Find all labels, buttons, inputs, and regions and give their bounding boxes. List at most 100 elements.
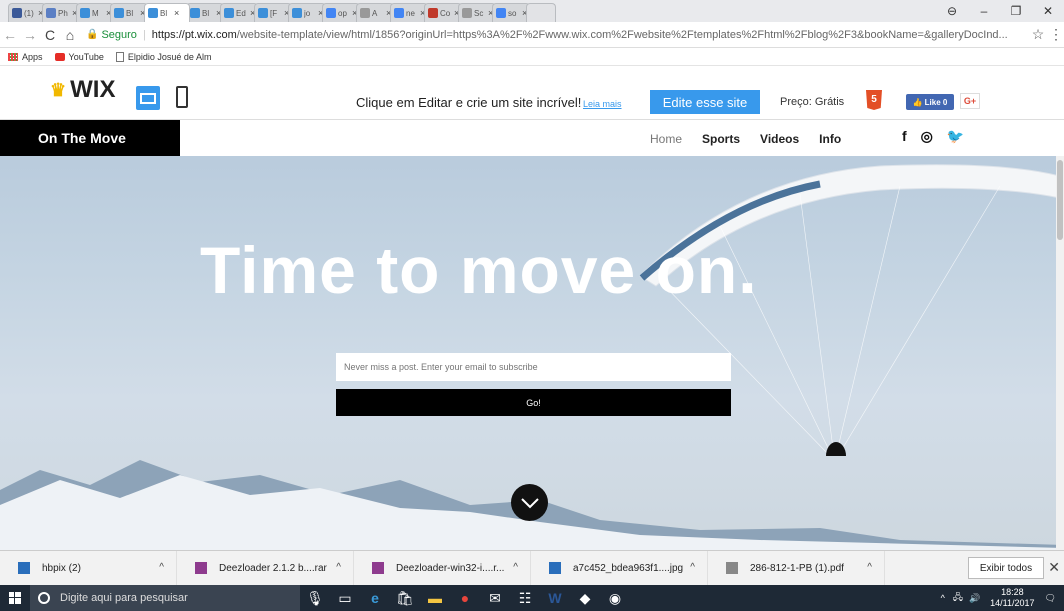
browser-tabstrip: (1) × Ph × M × Bl × Bl × Bl × Ed × [F × jo × op × A × ne × Co × Sc… [0,0,1064,22]
tab-label: A [372,8,378,18]
tab-favicon-icon [46,8,56,18]
nav-sports[interactable]: Sports [702,132,740,146]
page-scrollbar[interactable] [1056,156,1064,550]
tray-expand-icon[interactable]: ^ [941,593,945,603]
profile-icon[interactable]: ⊖ [936,4,968,18]
instagram-icon[interactable]: ◎ [921,128,933,145]
download-menu-icon[interactable]: ^ [867,562,872,573]
edge-icon[interactable]: e [360,585,390,611]
show-all-downloads-button[interactable]: Exibir todos [968,557,1044,579]
address-bar: ← → C ⌂ 🔒 Seguro | https://pt.wix.com /w… [0,22,1064,48]
download-item[interactable]: 286-812-1-PB (1).pdf ^ [708,550,885,586]
scroll-down-button[interactable] [511,484,548,521]
windows-start-button[interactable] [0,585,30,611]
wix-logo[interactable]: ♛ WIX [50,76,115,104]
downloads-bar: hbpix (2) ^ Deezloader 2.1.2 b....rar ^ Deez… [0,550,1064,586]
mobile-view-icon[interactable] [176,86,188,108]
notifications-icon[interactable]: 🗨 [1045,593,1056,604]
back-button[interactable]: ← [0,27,20,43]
clock[interactable]: 18:28 14/11/2017 [990,587,1034,609]
tab-favicon-icon [190,8,200,18]
network-icon[interactable]: 🖧 [953,590,963,606]
taskbar-search[interactable]: Digite aqui para pesquisar [30,585,300,611]
nav-home[interactable]: Home [650,132,682,146]
file-explorer-icon[interactable]: ▬ [420,585,450,611]
browser-tab[interactable]: so × [492,3,530,22]
browser-tab[interactable]: Ed × [220,3,258,22]
browser-tab[interactable]: ne × [390,3,428,22]
download-menu-icon[interactable]: ^ [513,562,518,573]
download-item[interactable]: hbpix (2) ^ [0,550,177,586]
download-menu-icon[interactable]: ^ [159,562,164,573]
bookmark-star-icon[interactable]: ☆ [1028,26,1048,43]
tab-label: (1) [24,8,34,18]
tab-favicon-icon [428,8,438,18]
tab-label: Sc [474,8,484,18]
browser-tab[interactable]: Bl × [110,3,148,22]
facebook-like-button[interactable]: 👍 Like 0 [906,94,954,110]
word-icon[interactable]: W [540,585,570,611]
volume-icon[interactable]: 🔊 [969,593,980,604]
subscribe-email-input[interactable] [336,353,731,381]
subscribe-go-button[interactable]: Go! [336,389,731,416]
bookmark-apps[interactable]: Apps [8,52,43,62]
media-icon[interactable]: ◉ [600,585,630,611]
edit-site-button[interactable]: Edite esse site [650,90,760,114]
browser-tab[interactable]: Co × [424,3,462,22]
desktop-view-icon[interactable] [136,86,160,110]
home-button[interactable]: ⌂ [60,27,80,43]
maximize-button[interactable]: ❐ [1000,4,1032,18]
nav-info[interactable]: Info [819,132,841,146]
tab-label: op [338,8,347,18]
tab-favicon-icon [496,8,506,18]
download-menu-icon[interactable]: ^ [690,562,695,573]
browser-tab[interactable]: M × [76,3,114,22]
browser-tab[interactable]: Sc × [458,3,496,22]
bookmark-page[interactable]: Elpidio Josué de Alm [115,51,211,62]
twitter-icon[interactable]: 🐦 [947,128,964,145]
tab-close-icon[interactable]: × [174,8,179,18]
microphone-icon[interactable]: 🎙 [300,585,330,611]
task-view-icon[interactable]: ▭ [330,585,360,611]
google-plus-button[interactable]: G+ [960,93,980,109]
browser-tab[interactable]: (1) × [8,3,46,22]
tab-favicon-icon [258,8,268,18]
mail-icon[interactable]: ✉ [480,585,510,611]
new-tab-button[interactable] [526,3,556,22]
download-item[interactable]: Deezloader 2.1.2 b....rar ^ [177,550,354,586]
url-host: https://pt.wix.com [151,28,237,41]
bookmarks-bar: Apps YouTube Elpidio Josué de Alm [0,48,1064,66]
browser-tab[interactable]: op × [322,3,360,22]
chrome-icon[interactable]: ● [450,585,480,611]
browser-menu-icon[interactable]: ⋮ [1048,26,1064,43]
browser-tab[interactable]: jo × [288,3,326,22]
url-field[interactable]: 🔒 Seguro | https://pt.wix.com /website-t… [86,25,1022,45]
store-icon[interactable]: 🛍 [390,585,420,611]
facebook-icon[interactable]: f [902,128,907,145]
tab-label: Bl [202,8,210,18]
read-more-link[interactable]: Leia mais [583,99,622,109]
download-menu-icon[interactable]: ^ [336,562,341,573]
close-window-button[interactable]: ✕ [1032,4,1064,18]
tab-label: Bl [126,8,134,18]
html5-icon: 5 [866,90,882,110]
site-logo[interactable]: On The Move [0,120,180,156]
download-item[interactable]: Deezloader-win32-i....r... ^ [354,550,531,586]
forward-button[interactable]: → [20,27,40,43]
reload-button[interactable]: C [40,27,60,43]
browser-tab[interactable]: Ph × [42,3,80,22]
nav-videos[interactable]: Videos [760,132,799,146]
close-downloads-icon[interactable]: ✕ [1048,559,1060,576]
notes-icon[interactable]: ◆ [570,585,600,611]
browser-tab[interactable]: Bl × [186,3,224,22]
browser-tab[interactable]: Bl × [144,3,190,22]
hero-title: Time to move on. [200,233,758,307]
bookmark-youtube[interactable]: YouTube [54,52,104,62]
browser-tab[interactable]: [F × [254,3,292,22]
download-item[interactable]: a7c452_bdea963f1....jpg ^ [531,550,708,586]
minimize-button[interactable]: – [968,4,1000,18]
browser-tab[interactable]: A × [356,3,394,22]
apps-grid-icon [8,52,18,61]
windows-taskbar: Digite aqui para pesquisar 🎙 ▭ e 🛍 ▬ ● ✉… [0,585,1064,611]
app-icon[interactable]: ☷ [510,585,540,611]
